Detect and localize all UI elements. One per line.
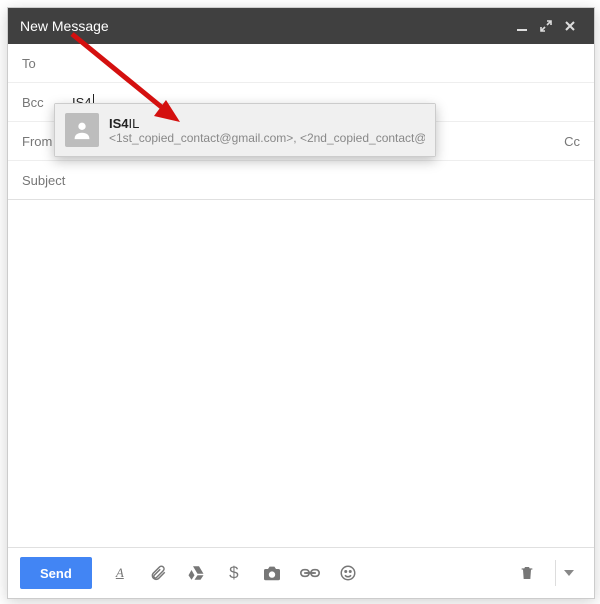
- autocomplete-suggestion[interactable]: IS4IL <1st_copied_contact@gmail.com>, <2…: [55, 104, 435, 156]
- photo-icon[interactable]: [262, 563, 282, 583]
- subject-label: Subject: [22, 173, 82, 188]
- message-body[interactable]: [8, 200, 594, 547]
- compose-window: New Message To Bcc IS4: [7, 7, 595, 599]
- money-icon[interactable]: $: [224, 563, 244, 583]
- trash-icon[interactable]: [517, 563, 537, 583]
- person-icon: [65, 113, 99, 147]
- bottom-toolbar: Send A $: [8, 547, 594, 598]
- expand-icon[interactable]: [534, 14, 558, 38]
- more-options-button[interactable]: [555, 560, 582, 586]
- attach-icon[interactable]: [148, 563, 168, 583]
- suggestion-emails: <1st_copied_contact@gmail.com>, <2nd_cop…: [109, 131, 425, 145]
- to-row[interactable]: To: [8, 44, 594, 83]
- suggestion-name: IS4IL: [109, 116, 425, 131]
- to-label: To: [22, 56, 72, 71]
- send-button[interactable]: Send: [20, 557, 92, 589]
- emoji-icon[interactable]: [338, 563, 358, 583]
- cc-toggle[interactable]: Cc: [564, 134, 580, 149]
- window-title: New Message: [20, 18, 109, 34]
- drive-icon[interactable]: [186, 563, 206, 583]
- close-button[interactable]: [558, 14, 582, 38]
- contact-autocomplete: IS4IL <1st_copied_contact@gmail.com>, <2…: [54, 103, 436, 157]
- subject-row[interactable]: Subject: [8, 161, 594, 199]
- format-icon[interactable]: A: [110, 563, 130, 583]
- titlebar: New Message: [8, 8, 594, 44]
- link-icon[interactable]: [300, 563, 320, 583]
- minimize-button[interactable]: [510, 14, 534, 38]
